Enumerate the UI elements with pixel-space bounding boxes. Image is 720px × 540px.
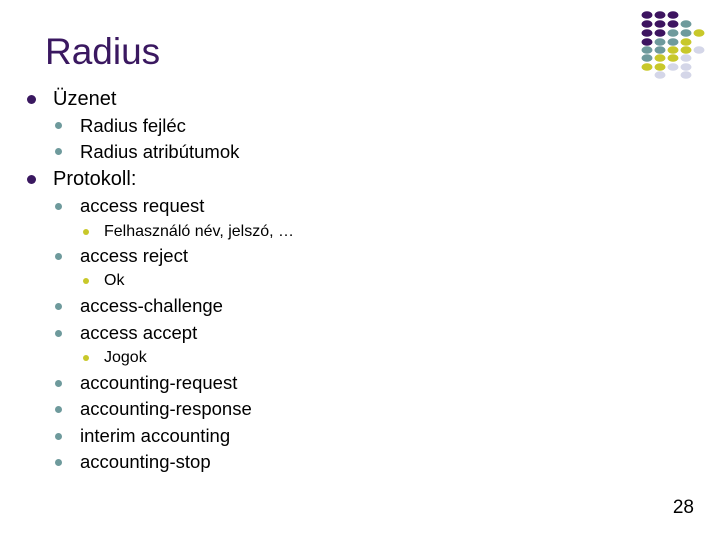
logo-dot [654,71,666,79]
logo-dot [654,46,666,54]
list-item: access-challenge [80,295,223,316]
logo-dot [680,38,692,46]
logo-dot [641,11,653,19]
bullet-icon [55,406,62,413]
bullet-icon [55,380,62,387]
logo-dot [654,20,666,28]
logo-dot [680,63,692,71]
list-item: Jogok [104,349,147,366]
list-item: Radius atribútumok [80,141,240,162]
bullet-icon [55,330,62,337]
logo-dot [641,38,653,46]
bullet-icon [83,229,89,235]
bullet-icon [27,175,36,184]
logo-dot [680,46,692,54]
logo-dot [654,54,666,62]
bullet-icon [55,122,62,129]
bullet-icon [55,148,62,155]
bullet-icon [55,303,62,310]
list-item: accounting-stop [80,451,211,472]
logo-dot [654,11,666,19]
list-item: Felhasználó név, jelszó, … [104,223,295,240]
list-item: access request [80,195,205,216]
page-number: 28 [672,497,694,518]
logo-dot [641,46,653,54]
logo-dot [641,20,653,28]
list-item: accounting-request [80,372,238,393]
list-item: Ok [104,272,125,289]
list-item: Protokoll: [53,168,137,190]
logo-dot [680,29,692,37]
logo-dot [693,29,705,37]
slide-title: Radius [45,31,161,72]
logo-dot [667,29,679,37]
logo-dot [667,54,679,62]
bullet-icon [55,253,62,260]
logo-dot [641,63,653,71]
list-item: access accept [80,322,198,343]
logo-dot [667,20,679,28]
logo-dot [641,54,653,62]
bullet-icon [83,355,89,361]
list-item: Üzenet [53,88,117,110]
logo-dot [693,46,705,54]
bullet-icon [27,95,36,104]
logo-dot [654,38,666,46]
logo-dot [680,71,692,79]
list-item: interim accounting [80,425,231,446]
logo-dot [680,54,692,62]
logo-dot [654,63,666,71]
bullet-icon [55,433,62,440]
logo-dot [654,29,666,37]
logo-dot [641,29,653,37]
logo-dot [667,38,679,46]
logo-dot [667,11,679,19]
list-item: accounting-response [80,398,252,419]
list-item: Radius fejléc [80,115,186,136]
logo-dot [667,46,679,54]
list-item: access reject [80,245,188,266]
logo-dot [680,20,692,28]
bullet-icon [55,203,62,210]
bullet-icon [55,459,62,466]
bullet-icon [83,278,89,284]
logo-dot [667,63,679,71]
